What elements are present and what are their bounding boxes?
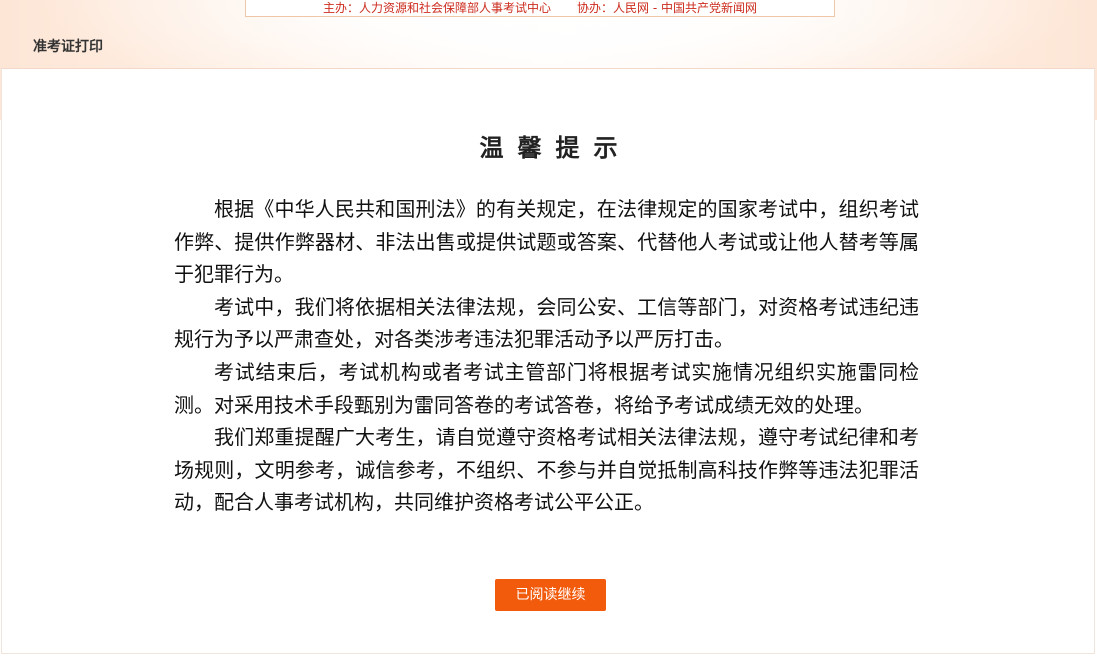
host-text: 主办：人力资源和社会保障部人事考试中心 (323, 1, 552, 15)
notice-paragraph: 根据《中华人民共和国刑法》的有关规定，在法律规定的国家考试中，组织考试作弊、提供… (174, 197, 919, 287)
organizer-banner: 主办：人力资源和社会保障部人事考试中心 协办：人民网 - 中国共产党新闻网 (245, 0, 835, 17)
notice-paragraph: 我们郑重提醒广大考生，请自觉遵守资格考试相关法律法规，遵守考试纪律和考场规则，文… (174, 425, 919, 515)
notice-paragraph: 考试结束后，考试机构或者考试主管部门将根据考试实施情况组织实施雷同检测。对采用技… (174, 359, 919, 417)
co-host-text: 协办：人民网 - 中国共产党新闻网 (577, 1, 757, 15)
continue-button[interactable]: 已阅读继续 (495, 579, 606, 611)
notice-content: 根据《中华人民共和国刑法》的有关规定，在法律规定的国家考试中，组织考试作弊、提供… (174, 193, 919, 519)
notice-title: 温馨提示 (479, 134, 632, 162)
breadcrumb: 准考证打印 (33, 39, 103, 55)
notice-paragraph: 考试中，我们将依据相关法律法规，会同公安、工信等部门，对资格考试违纪违规行为予以… (174, 294, 919, 352)
